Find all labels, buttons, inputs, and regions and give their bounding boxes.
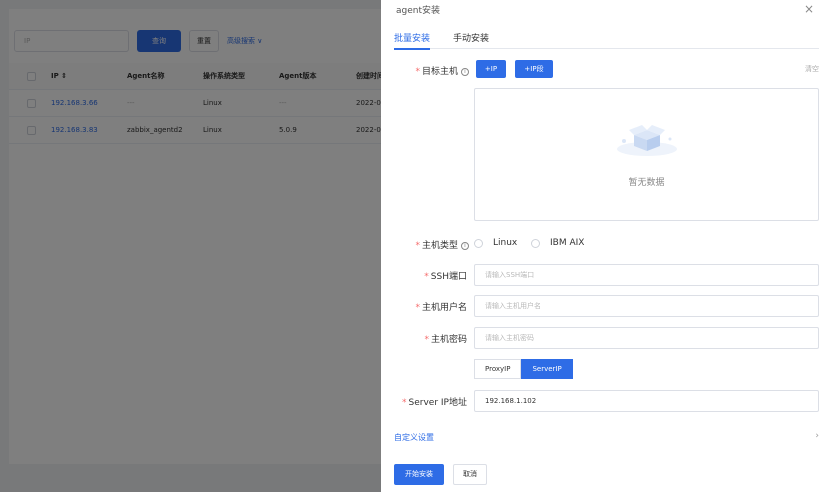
drawer-title: agent安装 [396, 6, 440, 16]
ssh-port-placeholder: 请输入SSH端口 [485, 271, 535, 279]
server-ip-input[interactable]: 192.168.1.102 [474, 390, 819, 412]
empty-box-icon [617, 125, 677, 156]
custom-settings-link[interactable]: 自定义设置 [394, 432, 434, 443]
required-mark: * [402, 398, 407, 408]
server-ip-option[interactable]: ServerIP [521, 359, 573, 379]
target-host-label-text: 目标主机 [421, 67, 458, 77]
required-mark: * [424, 335, 429, 345]
password-label: * 主机密码 [381, 332, 467, 345]
radio-ibm-aix[interactable]: IBM AIX [531, 238, 584, 248]
host-type-label-text: 主机类型 [421, 241, 458, 251]
install-tabs: 批量安装 手动安装 [394, 31, 819, 50]
ip-mode-toggle: ProxyIP ServerIP [474, 359, 573, 379]
target-host-list: 暂无数据 [474, 88, 819, 221]
agent-install-drawer: agent安装 × 批量安装 手动安装 * 目标主机 i +IP +IP段 清空 暂… [381, 0, 831, 492]
tab-manual-install[interactable]: 手动安装 [453, 31, 489, 49]
add-ip-range-button[interactable]: +IP段 [515, 60, 553, 78]
ssh-port-label: * SSH端口 [381, 269, 467, 282]
close-icon[interactable]: × [804, 2, 814, 16]
password-label-text: 主机密码 [430, 335, 467, 345]
ssh-port-label-text: SSH端口 [430, 272, 467, 282]
target-host-label: * 目标主机 i [381, 64, 469, 77]
required-mark: * [424, 272, 429, 282]
radio-label: Linux [493, 238, 518, 248]
info-icon[interactable]: i [461, 241, 469, 250]
radio-linux[interactable]: Linux [474, 238, 517, 248]
radio-dot[interactable] [474, 238, 483, 248]
username-label-text: 主机用户名 [421, 303, 467, 313]
password-input[interactable]: 请输入主机密码 [474, 327, 819, 349]
start-install-button[interactable]: 开始安装 [394, 464, 444, 485]
server-ip-label: * Server IP地址 [381, 395, 467, 408]
required-mark: * [415, 303, 420, 313]
username-label: * 主机用户名 [381, 300, 467, 313]
proxy-ip-option[interactable]: ProxyIP [474, 359, 522, 379]
required-mark: * [415, 67, 420, 77]
username-input[interactable]: 请输入主机用户名 [474, 295, 819, 317]
cancel-button[interactable]: 取消 [453, 464, 487, 485]
clear-link[interactable]: 清空 [805, 64, 819, 74]
ssh-port-input[interactable]: 请输入SSH端口 [474, 264, 819, 286]
radio-label: IBM AIX [550, 238, 585, 248]
info-icon[interactable]: i [461, 67, 469, 76]
host-type-label: * 主机类型 i [381, 238, 469, 251]
username-placeholder: 请输入主机用户名 [485, 302, 541, 310]
required-mark: * [415, 241, 420, 251]
add-ip-button[interactable]: +IP [476, 60, 506, 78]
password-placeholder: 请输入主机密码 [485, 334, 534, 342]
radio-dot[interactable] [531, 238, 540, 248]
empty-text: 暂无数据 [628, 178, 665, 188]
server-ip-label-text: Server IP地址 [408, 398, 467, 408]
tab-batch-install[interactable]: 批量安装 [394, 31, 431, 50]
chevron-right-icon[interactable]: › [815, 431, 819, 441]
